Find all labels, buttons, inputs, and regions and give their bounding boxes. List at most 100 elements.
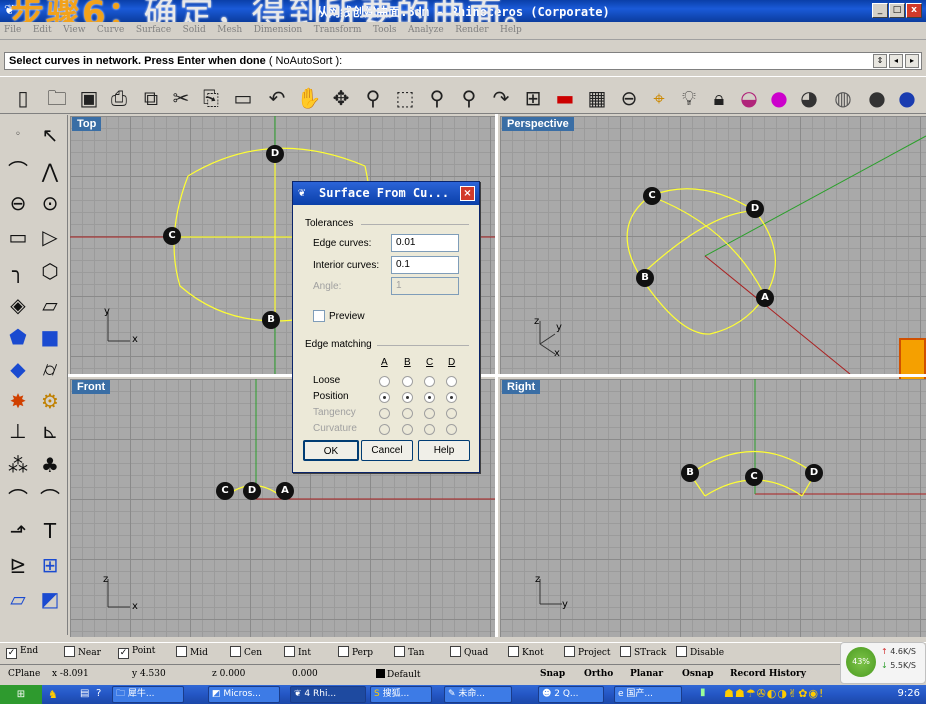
polyline-icon[interactable]: ⋀	[36, 157, 64, 185]
viewport-label-top[interactable]: Top	[72, 117, 102, 131]
checkbox-icon[interactable]	[338, 646, 349, 657]
zoom-extents-icon[interactable]: ⚲	[424, 85, 450, 111]
checkbox-checked-icon[interactable]: ✓	[6, 648, 17, 659]
position-a-radio[interactable]	[379, 392, 390, 403]
new-icon[interactable]: ▯	[10, 85, 36, 111]
osnap-perp[interactable]: Perp	[338, 646, 373, 658]
checkbox-icon[interactable]	[394, 646, 405, 657]
dialog-title-bar[interactable]: ❦ Surface From Cu...	[293, 182, 479, 205]
cplane-icon[interactable]: ⊖	[616, 85, 642, 111]
command-option[interactable]: ( NoAutoSort ):	[269, 55, 342, 67]
scroll-right-icon[interactable]: ▸	[905, 54, 919, 68]
surface-network-icon[interactable]: ▱	[36, 291, 64, 319]
quicklaunch-desktop-icon[interactable]: ▤	[80, 688, 89, 699]
shade-icon[interactable]: ◒	[736, 85, 762, 111]
checkbox-icon[interactable]	[676, 646, 687, 657]
blend-icon[interactable]: ⌒	[36, 485, 64, 513]
copy-icon[interactable]: ⎘	[198, 85, 224, 111]
explode-icon[interactable]: ✸	[4, 387, 32, 415]
grid-icon[interactable]: ▦	[584, 85, 610, 111]
menu-view[interactable]: View	[59, 22, 89, 35]
interior-curves-input[interactable]: 0.1	[391, 256, 459, 274]
minimize-button[interactable]: _	[872, 3, 888, 18]
tangency-d-radio[interactable]	[446, 408, 457, 419]
text-icon[interactable]: T	[36, 517, 64, 545]
loose-a-radio[interactable]	[379, 376, 390, 387]
task-rhino-folder[interactable]: 🗀 犀牛...	[112, 686, 184, 703]
gear-icon[interactable]: ⚙	[36, 387, 64, 415]
position-d-radio[interactable]	[446, 392, 457, 403]
paste-icon[interactable]: ▭	[230, 85, 256, 111]
checkbox-icon[interactable]	[230, 646, 241, 657]
osnap-project[interactable]: Project	[564, 646, 611, 658]
surface-icon[interactable]: ◈	[4, 291, 32, 319]
offset-icon[interactable]: ⬡	[36, 257, 64, 285]
network-speed-widget[interactable]: 43% ↑ 4.6K/S ↓ 5.5K/S	[840, 642, 926, 684]
tangency-a-radio[interactable]	[379, 408, 390, 419]
loose-c-radio[interactable]	[424, 376, 435, 387]
menu-edit[interactable]: Edit	[29, 22, 56, 35]
mesh-icon[interactable]: ◆	[4, 355, 32, 383]
print-icon[interactable]: ⎙	[106, 85, 132, 111]
spin-updown-icon[interactable]: ⇕	[873, 54, 887, 68]
polygon-icon[interactable]: ▷	[36, 223, 64, 251]
loose-b-radio[interactable]	[402, 376, 413, 387]
render-mesh-icon[interactable]: ◩	[36, 585, 64, 613]
osnap-point[interactable]: ✓ Point	[118, 646, 155, 659]
save-icon[interactable]: ▣	[76, 85, 102, 111]
cut-icon[interactable]: ✂	[168, 85, 194, 111]
status-layer[interactable]: Default	[376, 669, 421, 680]
maximize-button[interactable]: □	[889, 3, 905, 18]
curvature-a-radio[interactable]	[379, 424, 390, 435]
status-record-history[interactable]: Record History	[730, 669, 806, 679]
quicklaunch-help-icon[interactable]: ?	[96, 688, 101, 699]
scroll-left-icon[interactable]: ◂	[889, 54, 903, 68]
open-icon[interactable]: 🗀	[44, 85, 70, 111]
status-osnap[interactable]: Osnap	[682, 669, 714, 679]
pan-icon[interactable]: ✋	[296, 85, 322, 111]
car-icon[interactable]: ▬	[552, 85, 578, 111]
circle-icon[interactable]: ⊙	[36, 189, 64, 217]
render-color-icon[interactable]: ●	[766, 85, 792, 111]
tray-battery-icon[interactable]: ▮	[700, 687, 706, 698]
menu-file[interactable]: File	[0, 22, 25, 35]
osnap-int[interactable]: Int	[284, 646, 311, 658]
menu-help[interactable]: Help	[496, 22, 526, 35]
osnap-knot[interactable]: Knot	[508, 646, 544, 658]
menu-solid[interactable]: Solid	[179, 22, 210, 35]
menu-curve[interactable]: Curve	[93, 22, 128, 35]
rectangle-icon[interactable]: ▭	[4, 223, 32, 251]
start-button-icon[interactable]: ⊞	[0, 685, 42, 704]
dialog-close-button[interactable]: ×	[460, 186, 475, 201]
render-icon[interactable]: ◕	[796, 85, 822, 111]
menu-mesh[interactable]: Mesh	[213, 22, 246, 35]
task-untitled[interactable]: ✎ 未命...	[444, 686, 512, 703]
osnap-cen[interactable]: Cen	[230, 646, 262, 658]
menu-render[interactable]: Render	[451, 22, 492, 35]
zoom-selected-icon[interactable]: ⚲	[456, 85, 482, 111]
cancel-button[interactable]: Cancel	[361, 440, 413, 461]
rotate-icon[interactable]: ✥	[328, 85, 354, 111]
close-button[interactable]: x	[906, 3, 922, 18]
osnap-disable[interactable]: Disable	[676, 646, 724, 658]
preview-checkbox[interactable]	[313, 310, 325, 322]
cylinder-icon[interactable]: ⌭	[36, 355, 64, 383]
zoom-window-icon[interactable]: ⬚	[392, 85, 418, 111]
ok-button[interactable]: OK	[303, 440, 359, 461]
lock-icon[interactable]: 🔒︎	[706, 85, 732, 111]
checkbox-icon[interactable]	[284, 646, 295, 657]
solid-icon[interactable]: ⬟	[4, 323, 32, 351]
osnap-tan[interactable]: Tan	[394, 646, 424, 658]
menu-transform[interactable]: Transform	[310, 22, 366, 35]
angle-input[interactable]: 1	[391, 277, 459, 295]
sphere-blue-icon[interactable]: ●	[894, 85, 920, 111]
loose-d-radio[interactable]	[446, 376, 457, 387]
checkbox-icon[interactable]	[564, 646, 575, 657]
curvature-c-radio[interactable]	[424, 424, 435, 435]
viewport-label-front[interactable]: Front	[72, 380, 111, 394]
sphere-icon[interactable]: ◍	[830, 85, 856, 111]
checkbox-icon[interactable]	[176, 646, 187, 657]
command-line[interactable]: Select curves in network. Press Enter wh…	[4, 52, 922, 70]
redo-view-icon[interactable]: ↷	[488, 85, 514, 111]
group-icon[interactable]: ♣	[36, 451, 64, 479]
